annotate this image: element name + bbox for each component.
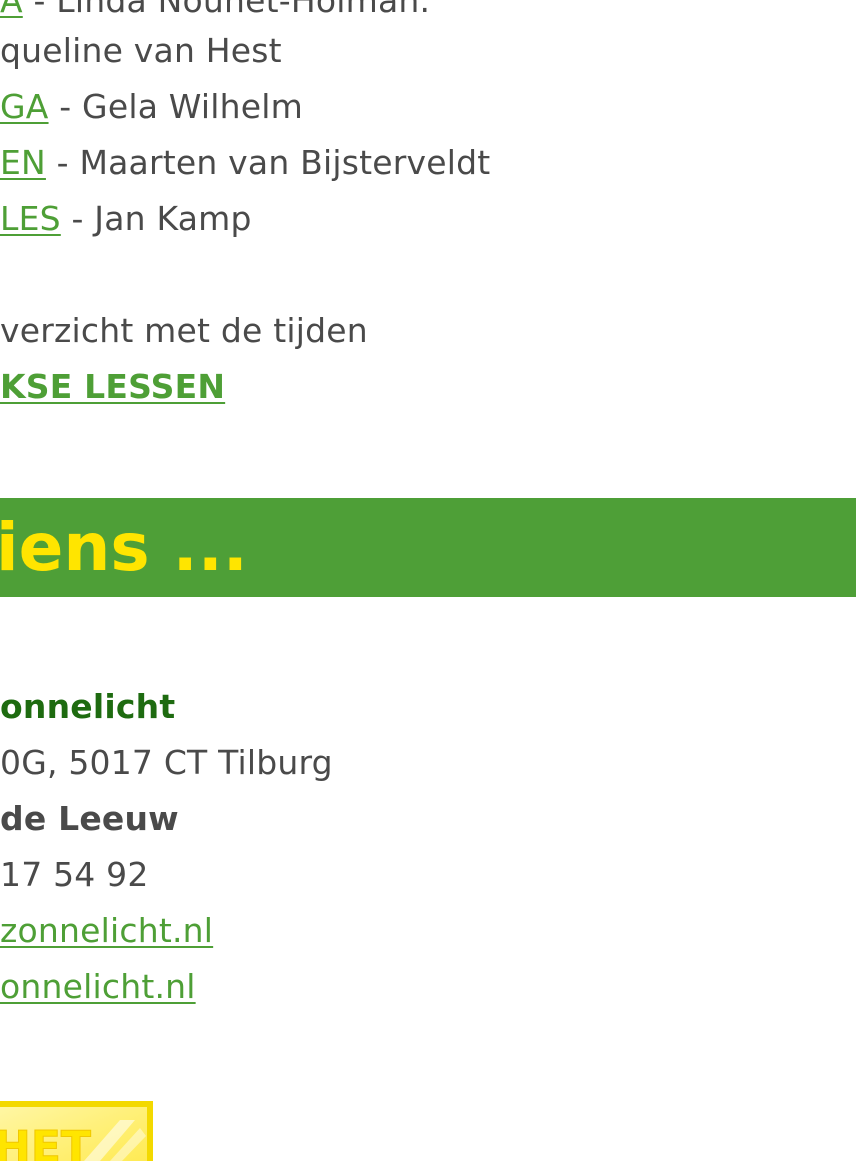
logo-text: HET	[0, 1122, 91, 1161]
class-item-1: A - Linda Nouhet-Holman.	[0, 0, 430, 21]
class-link-3[interactable]: GA	[0, 87, 49, 126]
contact-phone: 17 54 92	[0, 855, 149, 894]
class-item-5: LES - Jan Kamp	[0, 199, 252, 239]
class-item-2: queline van Hest	[0, 31, 282, 71]
class-separator-5: -	[60, 199, 95, 238]
class-teacher-5: Jan Kamp	[94, 199, 252, 238]
class-teacher-4: Maarten van Bijsterveldt	[79, 143, 491, 182]
contact-email-row: zonnelicht.nl	[0, 911, 213, 951]
class-link-4[interactable]: EN	[0, 143, 46, 182]
contact-email-link[interactable]: zonnelicht.nl	[0, 911, 213, 950]
class-item-4: EN - Maarten van Bijsterveldt	[0, 143, 490, 183]
banner-title: iens ...	[0, 509, 248, 586]
contact-address: 0G, 5017 CT Tilburg	[0, 743, 333, 782]
contact-person: de Leeuw	[0, 799, 179, 838]
contact-name: onnelicht	[0, 687, 176, 726]
contact-website-link[interactable]: onnelicht.nl	[0, 967, 196, 1006]
logo-image[interactable]: HET	[0, 1100, 154, 1161]
class-teacher-3: Gela Wilhelm	[82, 87, 303, 126]
class-item-3: GA - Gela Wilhelm	[0, 87, 303, 127]
section-banner: iens ...	[0, 498, 856, 597]
class-link-5[interactable]: LES	[0, 199, 61, 238]
contact-website-row: onnelicht.nl	[0, 967, 196, 1007]
logo-graphic: HET	[0, 1101, 153, 1161]
class-separator-1: -	[22, 0, 57, 20]
weekly-lessons-link[interactable]: KSE LESSEN	[0, 367, 225, 406]
schedule-intro: verzicht met de tijden	[0, 311, 368, 350]
class-separator-4: -	[45, 143, 80, 182]
schedule-link-row: KSE LESSEN	[0, 367, 225, 407]
class-link-1[interactable]: A	[0, 0, 23, 20]
class-teacher-1: Linda Nouhet-Holman.	[56, 0, 431, 20]
class-teacher-2: queline van Hest	[0, 31, 282, 70]
class-separator-3: -	[48, 87, 83, 126]
